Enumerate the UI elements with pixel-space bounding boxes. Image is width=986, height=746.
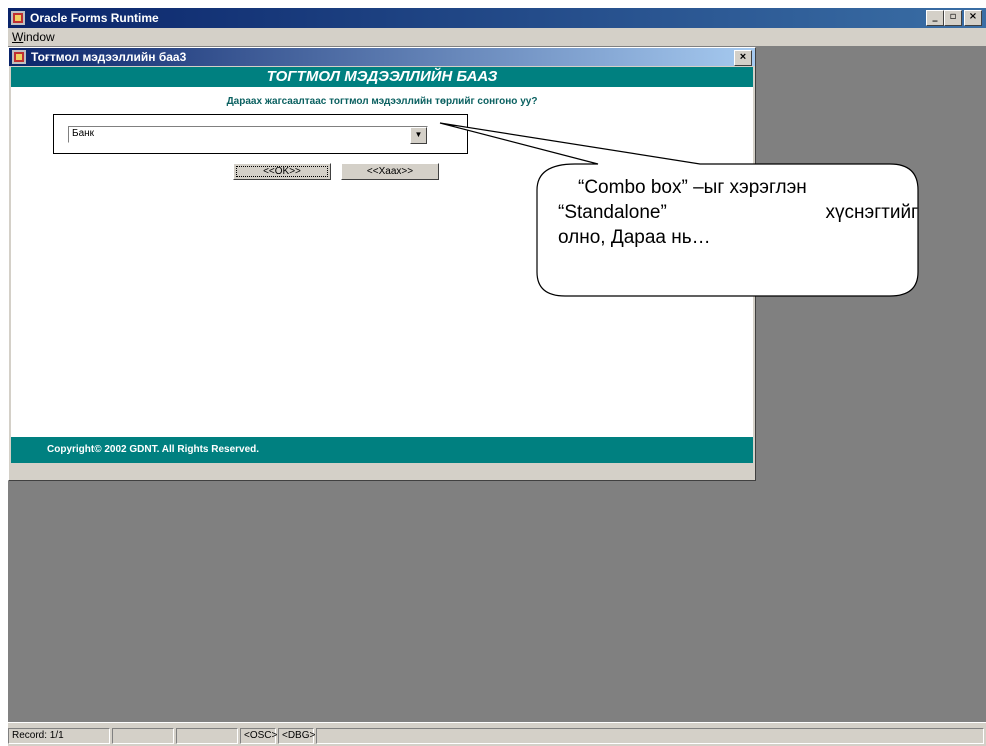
- form-titlebar[interactable]: Тоғтмол мэдээллийн баа3 ×: [9, 48, 755, 66]
- dbg-indicator: <DBG>: [278, 728, 315, 744]
- copyright-footer: Copyright© 2002 GDNT. All Rights Reserve…: [11, 437, 753, 463]
- record-indicator: Record: 1/1: [8, 728, 110, 744]
- oracle-forms-window: Oracle Forms Runtime _ ▫ × Window Тоғтмо…: [8, 8, 986, 746]
- ok-button[interactable]: <<OK>>: [233, 163, 331, 180]
- exit-button[interactable]: <<Хаах>>: [341, 163, 439, 180]
- form-bottom-bar: [11, 463, 753, 477]
- combo-frame: Банк ▼: [53, 114, 468, 154]
- callout-text: “Combo box” –ыг хэрэглэн “Standalone” хү…: [558, 175, 918, 250]
- form-banner: ТОГТМОЛ МЭДЭЭЛЛИЙН БААЗ: [11, 67, 753, 87]
- mdi-workspace: Тоғтмол мэдээллийн баа3 × ТОГТМОЛ МЭДЭЭЛ…: [8, 46, 986, 722]
- status-cell: [112, 728, 174, 744]
- form-window: Тоғтмол мэдээллийн баа3 × ТОГТМОЛ МЭДЭЭЛ…: [8, 47, 756, 481]
- form-prompt: Дараах жагсаалтаас тогтмол мэдээллийн тө…: [226, 96, 538, 107]
- callout-line-2b: хүснэгтийг: [825, 202, 918, 223]
- form-title: Тоғтмол мэдээллийн баа3: [31, 50, 187, 64]
- callout-line-1: “Combo box” –ыг хэрэглэн: [578, 177, 807, 198]
- close-button[interactable]: ×: [964, 10, 982, 26]
- form-close-button[interactable]: ×: [734, 50, 752, 66]
- menu-item-window[interactable]: Window: [12, 30, 55, 44]
- app-titlebar[interactable]: Oracle Forms Runtime _ ▫ ×: [8, 8, 986, 28]
- callout-line-2: “Standalone” хүснэгтийг: [558, 200, 918, 225]
- chevron-down-icon[interactable]: ▼: [410, 127, 427, 144]
- type-combo-box[interactable]: Банк ▼: [68, 126, 428, 144]
- combo-value: Банк: [72, 128, 95, 139]
- callout-line-2a: “Standalone”: [558, 202, 667, 223]
- osc-indicator: <OSC>: [240, 728, 277, 744]
- restore-button[interactable]: ▫: [944, 10, 962, 26]
- form-canvas: ТОГТМОЛ МЭДЭЭЛЛИЙН БААЗ Дараах жагсаалта…: [11, 67, 753, 477]
- menubar: Window: [8, 28, 986, 46]
- status-message: [316, 728, 984, 744]
- form-icon: [12, 50, 26, 64]
- minimize-button[interactable]: _: [926, 10, 944, 26]
- app-title: Oracle Forms Runtime: [30, 11, 159, 25]
- status-cell: [176, 728, 238, 744]
- callout-line-3: олно, Дараа нь…: [558, 227, 711, 248]
- app-icon: [11, 11, 25, 25]
- statusbar: Record: 1/1 <OSC> <DBG>: [8, 722, 986, 746]
